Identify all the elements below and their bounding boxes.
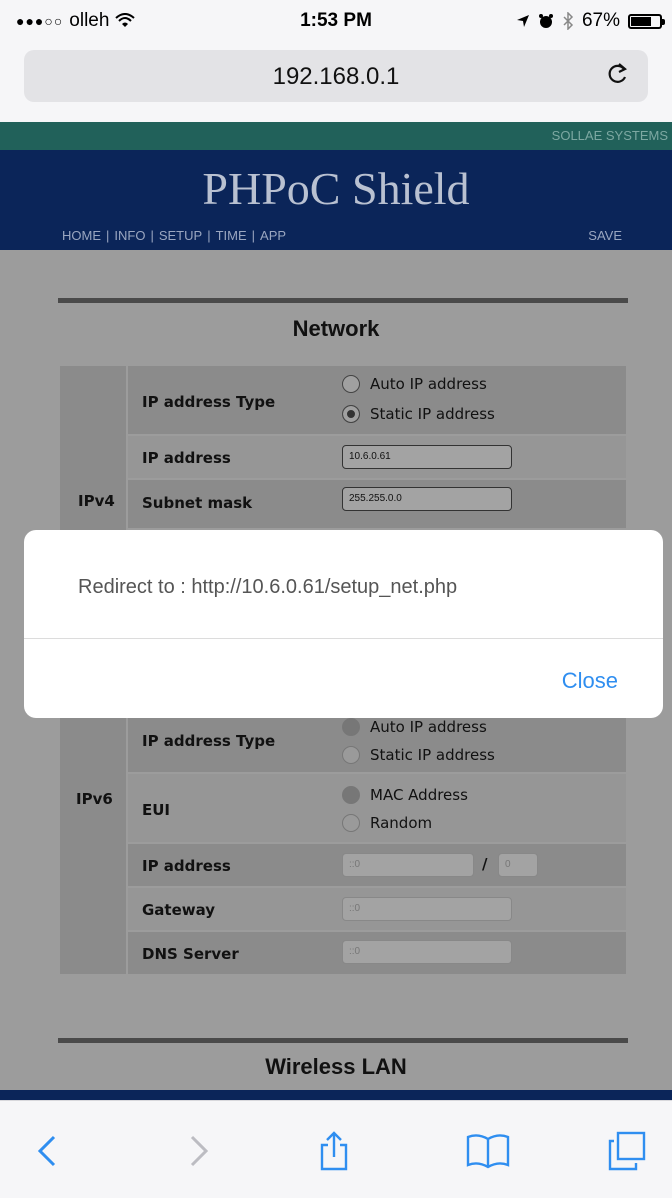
screen: ●●●○○ olleh 1:53 PM 67% 192.168.0.1 SOLL…: [0, 0, 672, 1198]
browser-toolbar: [0, 1100, 672, 1198]
nav-separator: |: [150, 228, 154, 243]
ipv6-group-label: IPv6: [76, 790, 113, 808]
ipv6-ip-input[interactable]: ::0: [342, 853, 474, 877]
page-header: PHPoC Shield HOME | INFO | SETUP | TIME …: [0, 150, 672, 250]
dialog-message: Redirect to : http://10.6.0.61/setup_net…: [78, 576, 458, 598]
ipv6-auto-radio[interactable]: [342, 718, 360, 736]
ipv6-mac-radio[interactable]: [342, 786, 360, 804]
forward-icon[interactable]: [178, 1131, 218, 1171]
ipv4-static-radio[interactable]: [342, 405, 360, 423]
page-title: PHPoC Shield: [202, 163, 470, 214]
address-bar[interactable]: 192.168.0.1: [24, 50, 648, 102]
bookmarks-icon[interactable]: [464, 1131, 512, 1171]
alarm-icon: [538, 14, 553, 28]
ipv6-dns-label: DNS Server: [142, 945, 239, 963]
ipv4-auto-radio[interactable]: [342, 375, 360, 393]
nav-setup[interactable]: SETUP: [159, 228, 202, 243]
bluetooth-icon: [563, 12, 574, 30]
ipv4-group-label: IPv4: [78, 492, 115, 510]
prefix-separator: /: [482, 855, 488, 873]
nav-time[interactable]: TIME: [216, 228, 247, 243]
tabs-icon[interactable]: [606, 1131, 646, 1171]
back-icon[interactable]: [30, 1131, 70, 1171]
ipv4-group-cell: [60, 366, 126, 536]
section-divider: [58, 1038, 628, 1043]
ipv6-gateway-input[interactable]: ::0: [342, 897, 512, 921]
nav-info[interactable]: INFO: [114, 228, 145, 243]
ipv4-ip-input[interactable]: 10.6.0.61: [342, 445, 512, 469]
ipv6-group-cell: [60, 702, 126, 974]
ipv6-mac-label: MAC Address: [370, 786, 468, 804]
ipv4-subnet-label: Subnet mask: [142, 494, 253, 512]
brand-name: SOLLAE SYSTEMS: [551, 128, 668, 143]
ipv6-random-radio[interactable]: [342, 814, 360, 832]
top-nav: HOME | INFO | SETUP | TIME | APP: [62, 228, 286, 243]
ipv6-eui-label: EUI: [142, 801, 171, 819]
nav-home[interactable]: HOME: [62, 228, 101, 243]
ipv4-static-label: Static IP address: [370, 405, 495, 423]
alert-dialog: Redirect to : http://10.6.0.61/setup_net…: [24, 530, 663, 718]
share-icon[interactable]: [314, 1131, 354, 1171]
ipv6-type-label: IP address Type: [142, 732, 276, 750]
ipv6-gateway-label: Gateway: [142, 901, 216, 919]
ipv6-static-label: Static IP address: [370, 746, 495, 764]
brand-strip: SOLLAE SYSTEMS: [0, 122, 672, 150]
status-icons: 67%: [516, 10, 665, 32]
ipv4-subnet-input[interactable]: 255.255.0.0: [342, 487, 512, 511]
location-arrow-icon: [516, 15, 529, 27]
ipv6-static-radio[interactable]: [342, 746, 360, 764]
status-bar: ●●●○○ olleh 1:53 PM 67%: [0, 0, 672, 44]
nav-separator: |: [207, 228, 211, 243]
nav-separator: |: [251, 228, 256, 243]
ipv6-ip-label: IP address: [142, 857, 231, 875]
reload-icon[interactable]: [604, 60, 632, 88]
section-divider: [58, 298, 628, 303]
ipv6-dns-input[interactable]: ::0: [342, 940, 512, 964]
network-section-title: Network: [292, 316, 380, 341]
ipv6-prefix-input[interactable]: 0: [498, 853, 538, 877]
close-button[interactable]: Close: [562, 668, 618, 694]
ipv6-random-label: Random: [370, 814, 433, 832]
nav-app[interactable]: APP: [260, 228, 286, 243]
url-text[interactable]: 192.168.0.1: [24, 63, 648, 91]
battery-percent: 67%: [581, 10, 620, 31]
ipv4-auto-label: Auto IP address: [370, 375, 487, 393]
ipv4-type-label: IP address Type: [142, 393, 276, 411]
footer-band: [0, 1090, 672, 1100]
nav-separator: |: [106, 228, 110, 243]
dialog-divider: [24, 638, 663, 639]
save-link[interactable]: SAVE: [588, 228, 622, 243]
wireless-section-title: Wireless LAN: [265, 1054, 407, 1079]
ipv4-ip-label: IP address: [142, 449, 231, 467]
battery-icon: [628, 13, 665, 29]
ipv6-auto-label: Auto IP address: [370, 718, 487, 736]
